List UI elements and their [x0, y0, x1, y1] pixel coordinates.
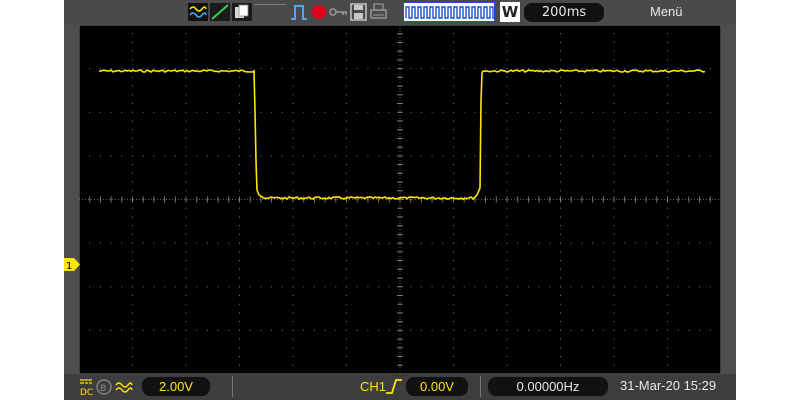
- pulse-icon: [291, 5, 307, 20]
- signal-generator-icon[interactable]: [188, 3, 208, 21]
- timebase-value[interactable]: 200ms: [524, 3, 604, 22]
- key-icon: [329, 8, 347, 16]
- memory-waveform-strip: [403, 2, 496, 22]
- trigger-mode-indicator[interactable]: W: [500, 2, 520, 22]
- save-disk-icon: [350, 3, 367, 21]
- channel-1-volts-per-div[interactable]: 2.00V: [142, 377, 210, 396]
- top-status-bar: [64, 0, 736, 25]
- record-indicator-icon: [312, 5, 326, 19]
- dc-coupling-icon[interactable]: DC: [80, 379, 93, 396]
- bar-separator: [232, 376, 233, 397]
- copy-icon[interactable]: [232, 3, 252, 21]
- channel-1-marker-label: 1: [66, 261, 72, 271]
- channel-coupling-icons[interactable]: DC B: [80, 378, 134, 396]
- date-time: 31-Mar-20 15:29: [620, 378, 717, 393]
- frequency-readout: 0.00000Hz: [488, 377, 608, 396]
- run-status-group: [291, 3, 387, 21]
- acquire-icons[interactable]: [188, 3, 252, 21]
- trigger-source[interactable]: CH1: [360, 379, 386, 394]
- printer-icon: [370, 3, 387, 19]
- memory-waveform-icon: [405, 6, 496, 19]
- rising-edge-icon[interactable]: [385, 378, 403, 395]
- channel-1-ground-marker[interactable]: 1: [64, 258, 81, 271]
- svg-text:DC: DC: [80, 388, 93, 396]
- channel-1-trace: [98, 68, 706, 201]
- probe-wave-icon[interactable]: [115, 382, 133, 393]
- trigger-level[interactable]: 0.00V: [406, 377, 468, 396]
- svg-text:B: B: [100, 384, 106, 394]
- bar-separator: [480, 376, 481, 397]
- slope-icon[interactable]: [210, 3, 230, 21]
- topbar-divider: [254, 4, 286, 5]
- menu-button[interactable]: Menü: [650, 4, 683, 19]
- bandwidth-limit-icon[interactable]: B: [96, 379, 112, 395]
